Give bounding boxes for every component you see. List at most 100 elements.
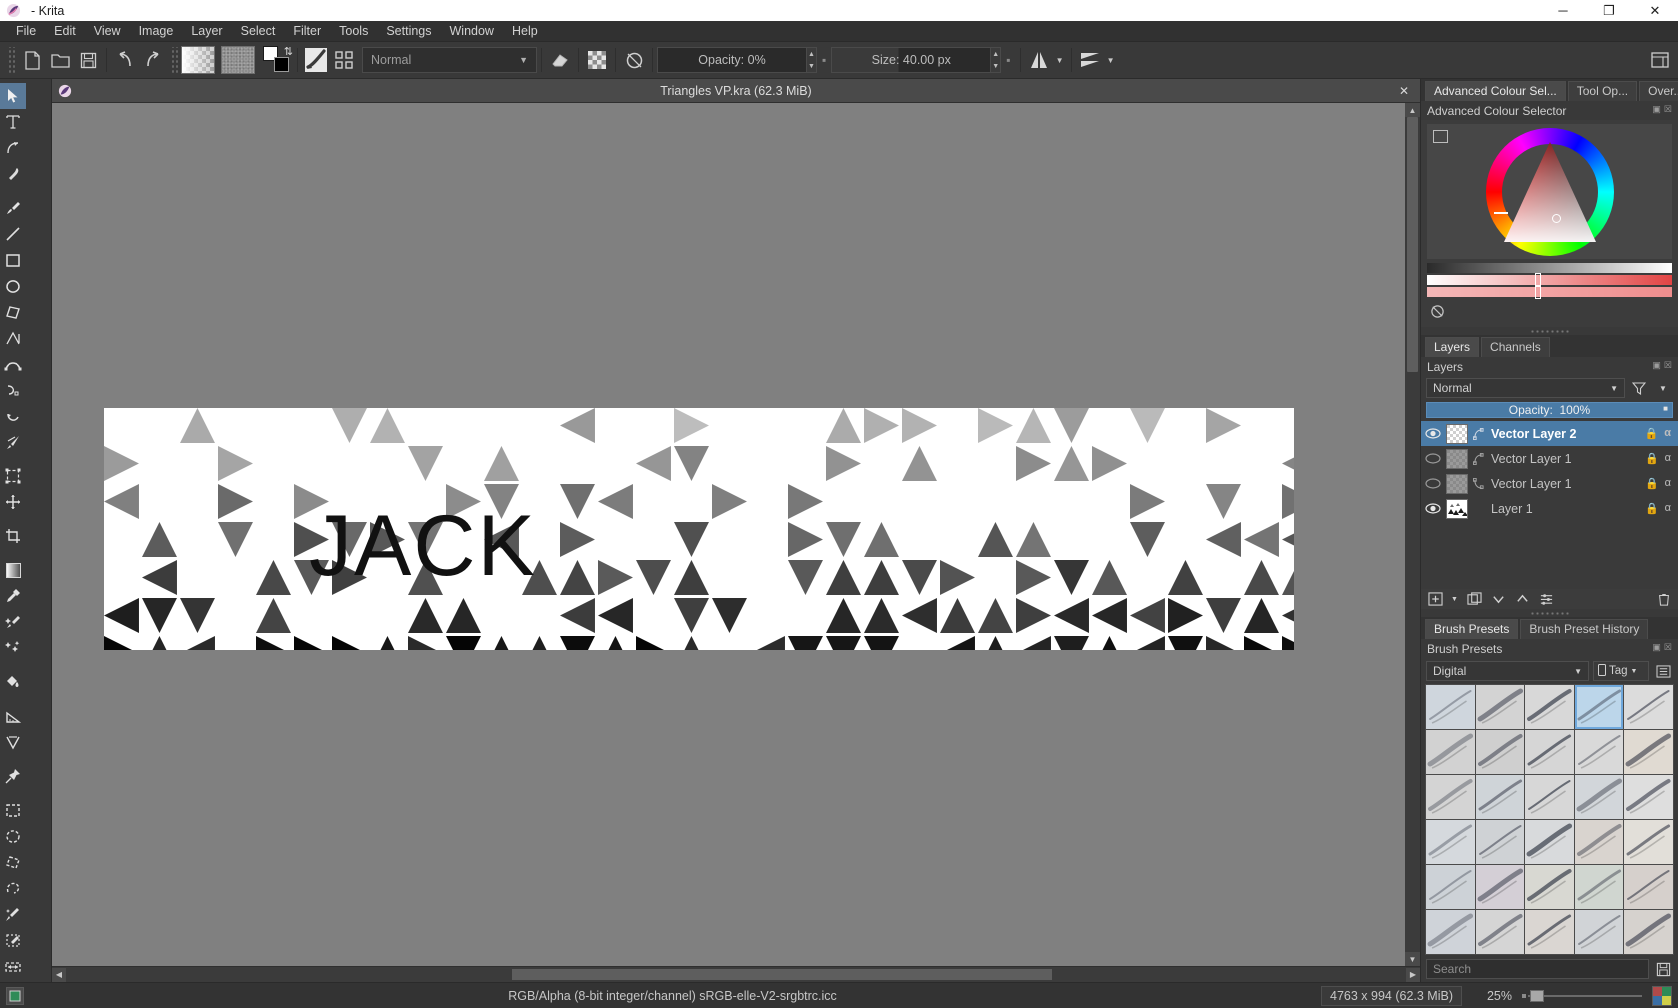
crop-icon[interactable]: [0, 523, 26, 549]
brush-preset-cell[interactable]: [1624, 730, 1673, 774]
measure-ruler-icon[interactable]: [0, 703, 26, 729]
layer-thumbnail[interactable]: [1446, 449, 1468, 469]
move-cross-icon[interactable]: [0, 489, 26, 515]
brush-preset-cell[interactable]: [1575, 910, 1624, 954]
menu-select[interactable]: Select: [232, 22, 285, 40]
document-dimensions[interactable]: 4763 x 994 (62.3 MiB): [1321, 986, 1462, 1006]
magic-wand-select-icon[interactable]: [0, 901, 26, 927]
opacity-field[interactable]: Opacity: 0%: [657, 47, 807, 73]
menu-help[interactable]: Help: [503, 22, 547, 40]
layer-thumbnail[interactable]: [1446, 474, 1468, 494]
opacity-dropdown-icon[interactable]: ▪: [822, 53, 826, 67]
brush-preset-cell[interactable]: [1525, 910, 1574, 954]
brush-preset-cell[interactable]: [1624, 775, 1673, 819]
scroll-up-icon[interactable]: ▲: [1405, 103, 1420, 117]
text-T-icon[interactable]: [0, 109, 26, 135]
brush-preset-cell[interactable]: [1476, 730, 1525, 774]
table-row[interactable]: Vector Layer 2 🔒 α: [1421, 421, 1678, 446]
brush-preset-cell[interactable]: [1476, 775, 1525, 819]
paint-bucket-icon[interactable]: [0, 669, 26, 695]
table-row[interactable]: Layer 1 🔒 α: [1421, 496, 1678, 521]
eraser-icon[interactable]: [546, 46, 574, 74]
freehand-select-icon[interactable]: [0, 875, 26, 901]
brush-preset-cell[interactable]: [1426, 730, 1475, 774]
select-shapes-tool[interactable]: [0, 83, 26, 109]
reload-reset-icon[interactable]: [620, 46, 648, 74]
scroll-right-icon[interactable]: ▶: [1406, 968, 1420, 982]
canvas-preview-icon[interactable]: [1652, 986, 1672, 1006]
gradient-swatch-icon[interactable]: [181, 46, 215, 74]
brush-tag-filter[interactable]: Digital ▼: [1426, 661, 1589, 681]
selector-settings-icon[interactable]: [1433, 130, 1448, 143]
layer-visibility-toggle[interactable]: [1423, 428, 1443, 439]
undo-arrow-icon[interactable]: [111, 46, 139, 74]
alpha-icon[interactable]: α: [1664, 427, 1671, 440]
size-dropdown-icon[interactable]: ▪: [1006, 53, 1010, 67]
brush-preset-cell[interactable]: [1525, 775, 1574, 819]
brush-preset-cell[interactable]: [1575, 820, 1624, 864]
alpha-icon[interactable]: α: [1665, 502, 1671, 515]
brush-preset-cell[interactable]: [1624, 865, 1673, 909]
brush-preset-cell[interactable]: [1624, 910, 1673, 954]
brush-preset-cell[interactable]: [1426, 910, 1475, 954]
ellipse-icon[interactable]: [0, 273, 26, 299]
lock-icon[interactable]: 🔒: [1645, 427, 1659, 440]
menu-view[interactable]: View: [85, 22, 130, 40]
freehand-path-icon[interactable]: [0, 377, 26, 403]
table-row[interactable]: Vector Layer 1 🔒 α: [1421, 446, 1678, 471]
tab-overview[interactable]: Over...: [1639, 81, 1678, 101]
colorize-mask-icon[interactable]: [0, 635, 26, 661]
move-layer-down-icon[interactable]: [1488, 589, 1508, 609]
rect-select-icon[interactable]: [0, 797, 26, 823]
minimize-button[interactable]: ─: [1540, 0, 1586, 21]
brush-preset-cell[interactable]: [1575, 865, 1624, 909]
brush-preset-cell[interactable]: [1476, 685, 1525, 729]
mirror-horizontal-icon[interactable]: [1025, 46, 1053, 74]
tab-brush-preset-history[interactable]: Brush Preset History: [1520, 619, 1648, 639]
save-floppy-icon[interactable]: [74, 46, 102, 74]
layer-thumbnail[interactable]: [1446, 499, 1468, 519]
canvas-vertical-scrollbar[interactable]: ▲ ▼: [1405, 103, 1420, 966]
new-document-icon[interactable]: [18, 46, 46, 74]
delete-layer-icon[interactable]: [1654, 589, 1674, 609]
ellipse-select-icon[interactable]: [0, 823, 26, 849]
brush-preset-cell[interactable]: [1476, 910, 1525, 954]
scroll-left-icon[interactable]: ◀: [52, 968, 66, 982]
pin-icon[interactable]: [0, 763, 26, 789]
layer-visibility-toggle[interactable]: [1423, 453, 1443, 464]
pattern-swatch-icon[interactable]: [221, 46, 255, 74]
tab-brush-presets[interactable]: Brush Presets: [1425, 619, 1518, 639]
menu-window[interactable]: Window: [441, 22, 503, 40]
layer-visibility-toggle[interactable]: [1423, 503, 1443, 514]
foreground-background-colors-icon[interactable]: ⇅: [263, 46, 293, 74]
menu-tools[interactable]: Tools: [330, 22, 377, 40]
close-docker-icon[interactable]: ☒: [1664, 104, 1672, 115]
brush-preset-cell[interactable]: [1426, 820, 1475, 864]
smart-patch-icon[interactable]: [0, 609, 26, 635]
close-docker-icon[interactable]: ☒: [1664, 360, 1672, 371]
tab-tool-options[interactable]: Tool Op...: [1568, 81, 1637, 101]
polyline-icon[interactable]: [0, 325, 26, 351]
filter-layers-icon[interactable]: [1629, 378, 1649, 398]
size-stepper[interactable]: ▲▼: [991, 47, 1001, 73]
alpha-icon[interactable]: α: [1665, 452, 1671, 465]
brush-preset-cell[interactable]: [1575, 775, 1624, 819]
list-view-icon[interactable]: [1653, 661, 1673, 681]
bezier-select-icon[interactable]: [0, 953, 26, 979]
move-layer-up-icon[interactable]: [1512, 589, 1532, 609]
brush-presets-grid[interactable]: [1425, 684, 1674, 955]
zoom-level[interactable]: 25%: [1472, 989, 1512, 1003]
tag-button[interactable]: Tag ▼: [1593, 661, 1649, 681]
dynamic-brush-icon[interactable]: [0, 403, 26, 429]
gradient-icon[interactable]: [0, 557, 26, 583]
toolbar-grip-2[interactable]: [170, 47, 178, 73]
brush-preset-cell[interactable]: [1426, 865, 1475, 909]
advanced-colour-selector[interactable]: [1421, 120, 1678, 327]
vertical-scroll-thumb[interactable]: [1407, 117, 1418, 372]
brush-preset-cell[interactable]: [1624, 685, 1673, 729]
layer-name[interactable]: Vector Layer 1: [1488, 452, 1642, 466]
opacity-stepper[interactable]: ▲▼: [807, 47, 817, 73]
brush-preset-cell[interactable]: [1624, 820, 1673, 864]
paintbrush-icon[interactable]: [0, 195, 26, 221]
add-layer-dropdown-icon[interactable]: ▼: [1449, 589, 1460, 609]
